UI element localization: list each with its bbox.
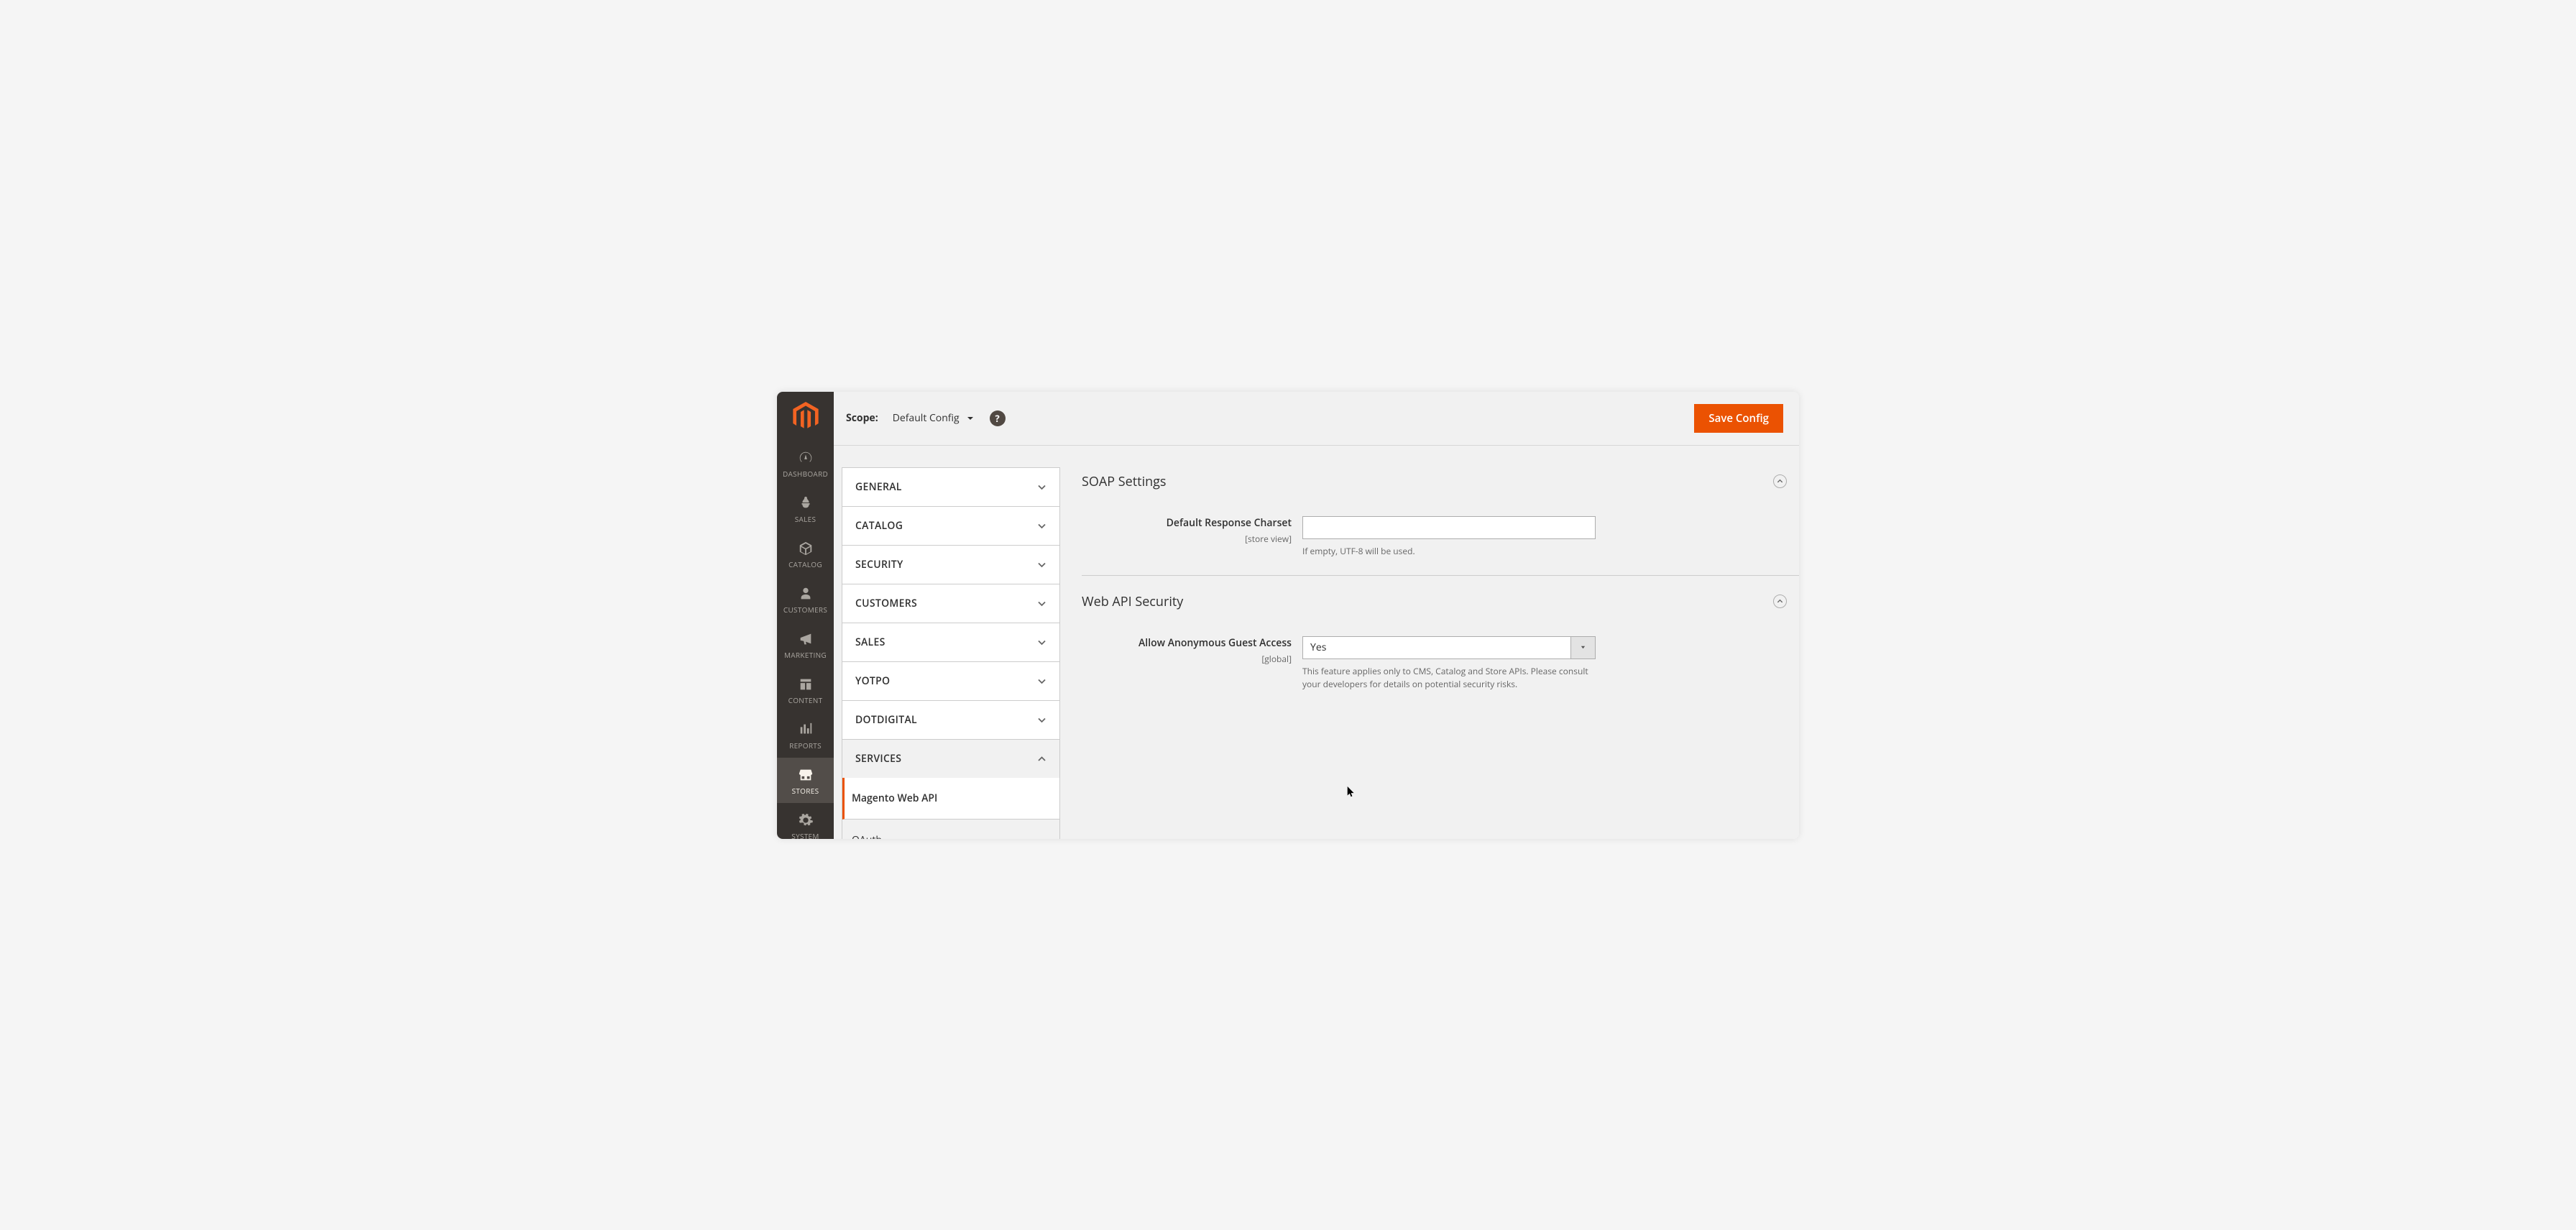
reports-icon — [797, 722, 814, 738]
chevron-down-icon — [967, 415, 974, 422]
soap-collapse-button[interactable] — [1773, 474, 1787, 488]
nav-stores[interactable]: STORES — [777, 758, 834, 803]
save-config-button[interactable]: Save Config — [1694, 404, 1783, 433]
nav-label: SALES — [795, 514, 816, 524]
charset-control: If empty, UTF-8 will be used. — [1302, 516, 1596, 558]
chevron-down-icon — [1037, 676, 1046, 686]
content-icon — [797, 676, 814, 692]
nav-catalog[interactable]: CATALOG — [777, 531, 834, 577]
charset-hint: If empty, UTF-8 will be used. — [1302, 545, 1593, 558]
chevron-down-icon — [1037, 638, 1046, 647]
accordion-general[interactable]: GENERAL — [842, 467, 1060, 507]
system-icon — [797, 812, 814, 828]
scope-value: Default Config — [893, 411, 960, 425]
subitem-magento-web-api[interactable]: Magento Web API — [842, 778, 1059, 820]
topbar: Scope: Default Config ? Save Config — [834, 392, 1799, 446]
chevron-up-icon — [1777, 598, 1783, 605]
customers-icon — [797, 586, 814, 602]
charset-scope: [store view] — [1245, 533, 1292, 545]
accordion-label: GENERAL — [855, 480, 902, 494]
anon-select[interactable]: Yes — [1302, 636, 1596, 659]
anon-control: Yes This feature applies only to CMS, Ca… — [1302, 636, 1596, 691]
accordion-sales[interactable]: SALES — [842, 623, 1060, 662]
app-window: DASHBOARD SALES CATALOG CUSTOMERS MARKET… — [777, 392, 1799, 839]
chevron-down-icon — [1037, 715, 1046, 725]
nav-label: CUSTOMERS — [783, 605, 827, 615]
nav-label: CONTENT — [788, 695, 823, 705]
content-area: GENERAL CATALOG SECURITY CUSTOMERS SALES — [834, 446, 1799, 839]
charset-label: Default Response Charset — [1082, 516, 1292, 530]
nav-sales[interactable]: SALES — [777, 486, 834, 531]
nav-reports[interactable]: REPORTS — [777, 712, 834, 758]
security-collapse-button[interactable] — [1773, 595, 1787, 608]
nav-label: STORES — [792, 786, 819, 796]
security-title: Web API Security — [1082, 593, 1183, 610]
scope-label: Scope: — [846, 411, 878, 425]
charset-label-wrap: Default Response Charset [store view] — [1082, 516, 1302, 558]
nav-label: CATALOG — [788, 559, 822, 569]
accordion-label: SECURITY — [855, 558, 903, 572]
charset-input[interactable] — [1302, 516, 1596, 539]
accordion-services[interactable]: SERVICES — [842, 739, 1060, 779]
chevron-up-icon — [1777, 478, 1783, 485]
chevron-down-icon — [1037, 560, 1046, 569]
chevron-down-icon — [1037, 482, 1046, 492]
soap-title: SOAP Settings — [1082, 473, 1167, 490]
nav-marketing[interactable]: MARKETING — [777, 622, 834, 667]
main-sidebar: DASHBOARD SALES CATALOG CUSTOMERS MARKET… — [777, 392, 834, 839]
nav-customers[interactable]: CUSTOMERS — [777, 577, 834, 622]
accordion-yotpo[interactable]: YOTPO — [842, 661, 1060, 701]
chevron-down-icon — [1037, 599, 1046, 608]
accordion-customers[interactable]: CUSTOMERS — [842, 584, 1060, 623]
select-arrow — [1570, 637, 1595, 658]
anon-scope: [global] — [1261, 653, 1292, 665]
settings-panel: SOAP Settings Default Response Charset [… — [1060, 467, 1799, 839]
chevron-down-icon — [1037, 521, 1046, 531]
anon-value: Yes — [1303, 641, 1570, 654]
nav-label: SYSTEM — [791, 831, 819, 839]
nav-system[interactable]: SYSTEM — [777, 803, 834, 839]
subitem-oauth[interactable]: OAuth — [842, 820, 1059, 839]
anon-label: Allow Anonymous Guest Access — [1082, 636, 1292, 650]
nav-dashboard[interactable]: DASHBOARD — [777, 441, 834, 486]
dashboard-icon — [797, 450, 814, 466]
triangle-down-icon — [1580, 644, 1586, 651]
nav-label: MARKETING — [784, 650, 827, 660]
nav-content[interactable]: CONTENT — [777, 667, 834, 712]
chevron-up-icon — [1037, 754, 1046, 763]
magento-logo-icon — [793, 402, 819, 431]
accordion-label: CUSTOMERS — [855, 597, 917, 610]
accordion-security[interactable]: SECURITY — [842, 545, 1060, 584]
accordion-subitems: Magento Web API OAuth — [842, 778, 1060, 839]
accordion-label: SERVICES — [855, 752, 901, 766]
accordion-dotdigital[interactable]: DOTDIGITAL — [842, 700, 1060, 740]
accordion-label: DOTDIGITAL — [855, 713, 917, 727]
logo-wrap — [777, 392, 834, 438]
charset-field-row: Default Response Charset [store view] If… — [1082, 496, 1799, 575]
accordion-label: SALES — [855, 635, 886, 649]
help-icon[interactable]: ? — [990, 410, 1006, 426]
marketing-icon — [797, 631, 814, 647]
catalog-icon — [797, 541, 814, 556]
anon-hint: This feature applies only to CMS, Catalo… — [1302, 665, 1593, 691]
accordion-label: YOTPO — [855, 674, 890, 688]
anon-label-wrap: Allow Anonymous Guest Access [global] — [1082, 636, 1302, 691]
accordion-catalog[interactable]: CATALOG — [842, 506, 1060, 546]
main-area: Scope: Default Config ? Save Config GENE… — [834, 392, 1799, 839]
nav-label: REPORTS — [789, 740, 822, 751]
security-section-header: Web API Security — [1082, 576, 1799, 616]
anon-field-row: Allow Anonymous Guest Access [global] Ye… — [1082, 616, 1799, 708]
stores-icon — [797, 767, 814, 783]
config-accordion: GENERAL CATALOG SECURITY CUSTOMERS SALES — [842, 467, 1060, 839]
sales-icon — [797, 495, 814, 511]
nav-label: DASHBOARD — [783, 469, 828, 479]
accordion-label: CATALOG — [855, 519, 903, 533]
scope-selector[interactable]: Default Config — [893, 411, 974, 425]
nav-items: DASHBOARD SALES CATALOG CUSTOMERS MARKET… — [777, 441, 834, 839]
soap-section-header: SOAP Settings — [1082, 467, 1799, 496]
